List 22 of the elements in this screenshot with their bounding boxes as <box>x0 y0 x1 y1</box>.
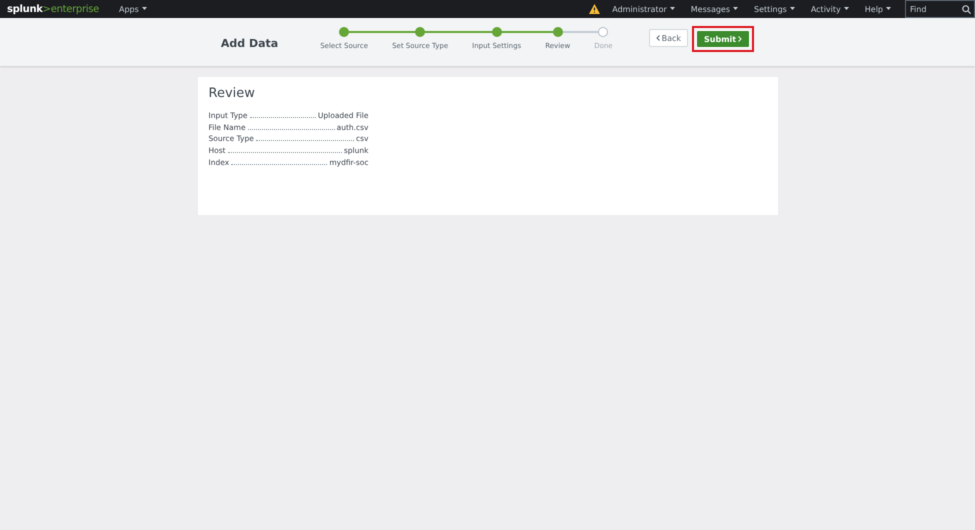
caret-icon <box>886 7 891 11</box>
apps-menu[interactable]: Apps <box>119 4 147 14</box>
chevron-right-icon <box>738 36 742 42</box>
splunk-logo[interactable]: splunk>enterprise <box>7 4 99 14</box>
nav-menu[interactable]: Settings <box>754 4 795 14</box>
search-icon <box>962 4 971 14</box>
nav-menu[interactable]: Administrator <box>612 4 675 14</box>
nav-menu[interactable]: Help <box>864 4 891 14</box>
caret-icon <box>142 7 147 11</box>
nav-menu[interactable]: Activity <box>810 4 849 14</box>
caret-icon <box>790 7 795 11</box>
caret-icon <box>844 7 849 11</box>
caret-icon <box>733 7 738 11</box>
search-field[interactable]: Find <box>905 0 975 18</box>
nav-menu[interactable]: Messages <box>690 4 738 14</box>
chevron-left-icon <box>656 35 660 41</box>
page-title: Add Data <box>220 37 278 50</box>
caret-icon <box>670 7 675 11</box>
card-title: Review <box>208 86 256 101</box>
submit-button[interactable]: Submit <box>696 30 750 48</box>
warning-icon[interactable] <box>589 4 600 14</box>
back-button[interactable]: Back <box>648 29 688 47</box>
